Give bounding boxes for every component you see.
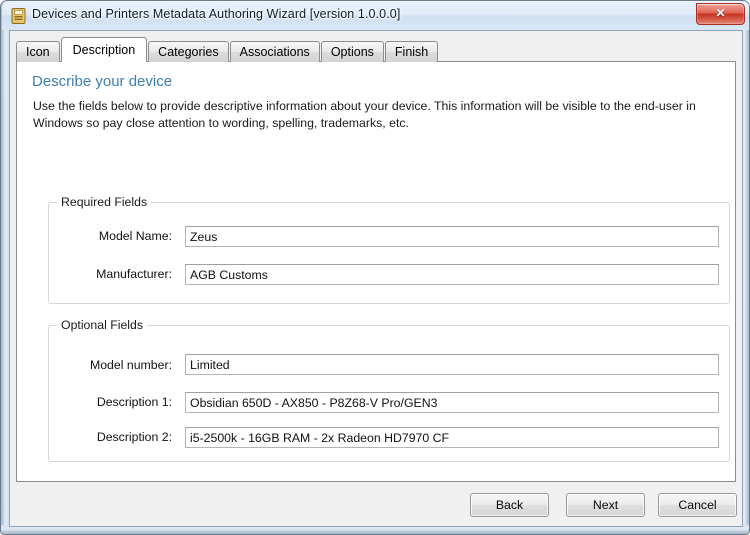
description-1-label: Description 1: (96, 395, 172, 409)
page-title: Describe your device (32, 73, 173, 90)
tab-options[interactable]: Options (320, 41, 384, 62)
tab-associations[interactable]: Associations (229, 41, 320, 62)
window-left-border (1, 1, 9, 534)
page-description-text: Use the fields below to provide descript… (33, 99, 696, 130)
tab-description[interactable]: Description (60, 37, 148, 62)
client-area: Icon Description Categories Associations… (9, 30, 743, 527)
model-number-input[interactable] (185, 354, 719, 375)
tab-icon[interactable]: Icon (16, 41, 60, 62)
manufacturer-label: Manufacturer: (96, 267, 172, 281)
back-button[interactable]: Back (470, 493, 549, 517)
description-1-input[interactable] (185, 392, 719, 413)
application-window: Devices and Printers Metadata Authoring … (0, 0, 750, 535)
wizard-document-icon (11, 8, 26, 24)
optional-fields-legend: Optional Fields (57, 318, 148, 332)
model-number-label: Model number: (89, 358, 172, 372)
description-2-input[interactable] (185, 427, 719, 448)
title-bar[interactable]: Devices and Printers Metadata Authoring … (2, 2, 749, 30)
tab-strip: Icon Description Categories Associations… (16, 37, 439, 62)
tab-panel-description: Describe your device Use the fields belo… (16, 61, 736, 482)
description-2-label: Description 2: (96, 430, 172, 444)
model-name-label: Model Name: (98, 229, 172, 243)
cancel-button[interactable]: Cancel (658, 493, 737, 517)
tab-finish[interactable]: Finish (384, 41, 439, 62)
model-name-input[interactable] (185, 226, 719, 247)
required-fields-legend: Required Fields (57, 195, 152, 209)
tab-categories[interactable]: Categories (148, 41, 229, 62)
manufacturer-input[interactable] (185, 264, 719, 285)
next-button[interactable]: Next (566, 493, 645, 517)
close-button[interactable]: ✕ (696, 3, 745, 25)
window-title: Devices and Printers Metadata Authoring … (32, 7, 401, 21)
required-fields-group: Required Fields (48, 195, 730, 304)
